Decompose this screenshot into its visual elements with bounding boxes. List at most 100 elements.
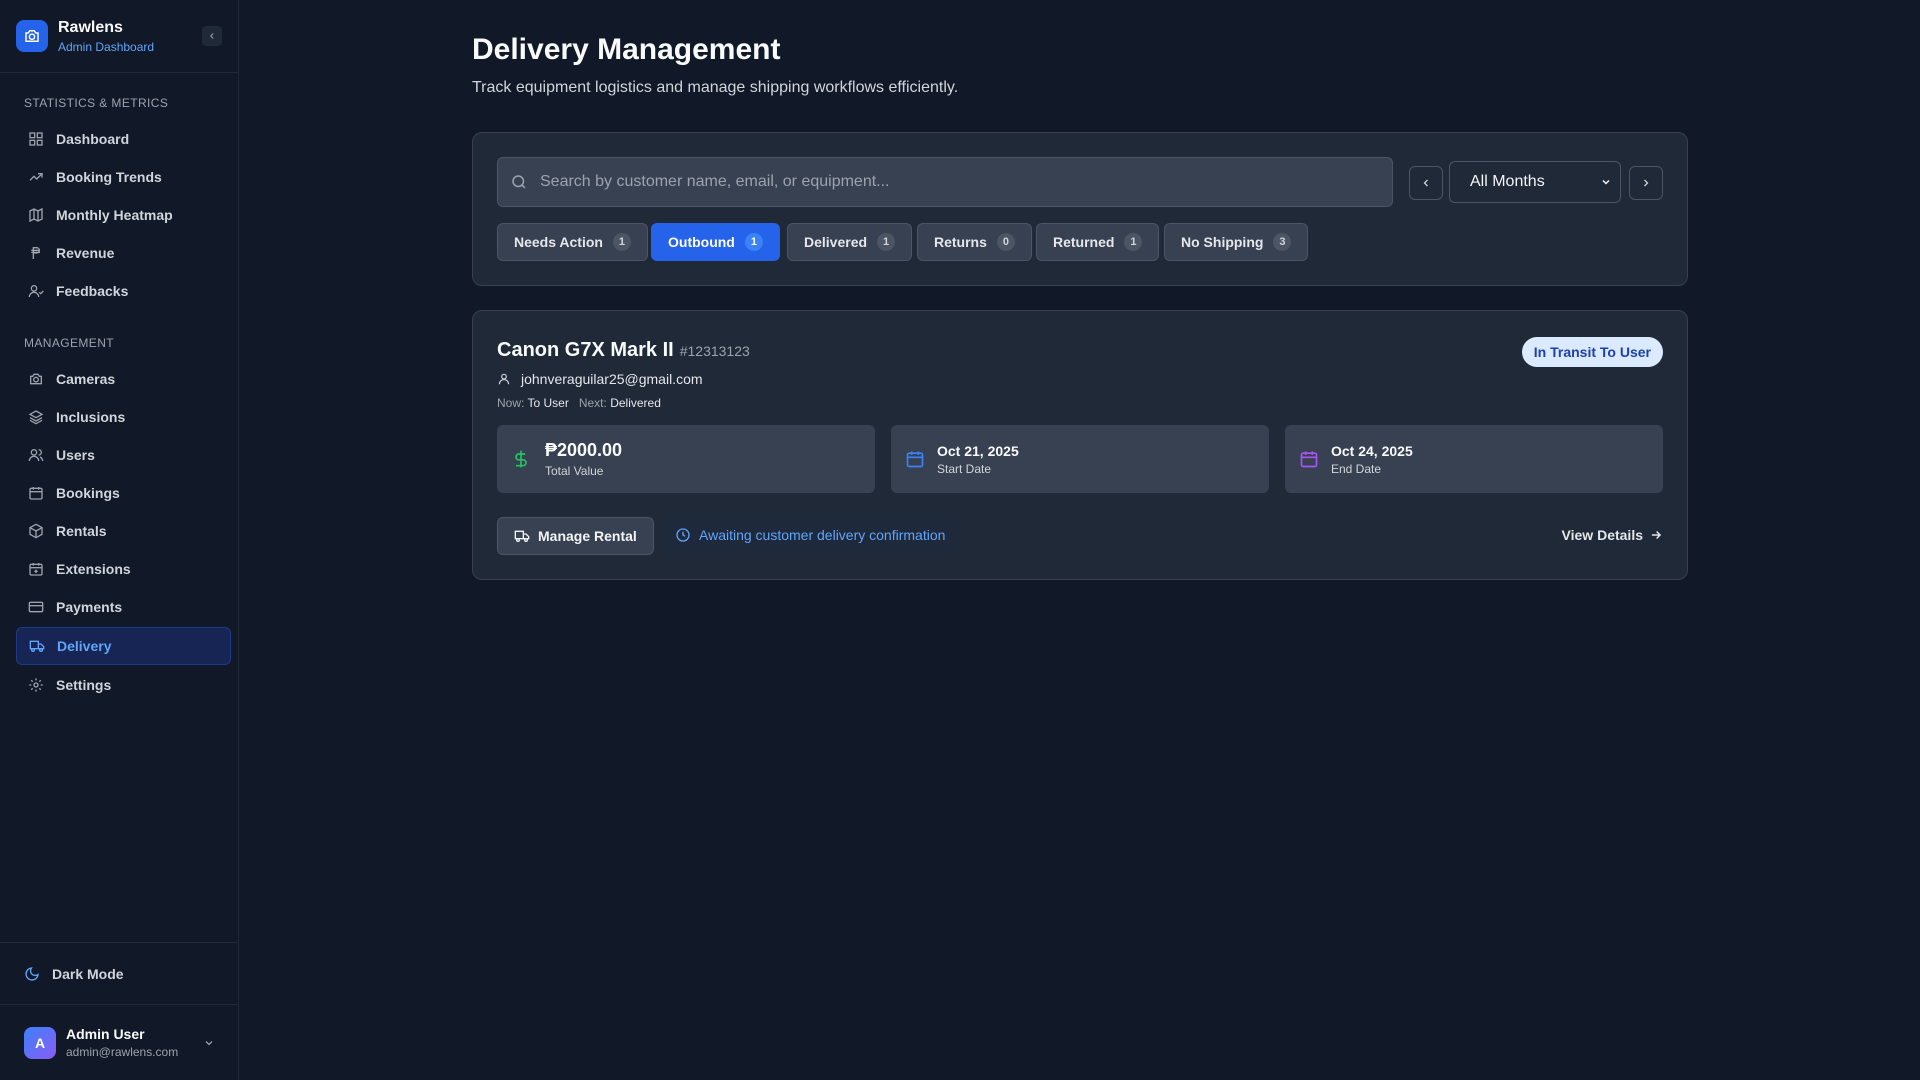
camera-icon bbox=[30, 373, 42, 385]
end-date-label: End Date bbox=[1331, 461, 1382, 476]
sidebar-item-dashboard[interactable]: Dashboard bbox=[16, 120, 231, 158]
user-menu[interactable]: A Admin User admin@rawlens.com bbox=[0, 1004, 239, 1080]
credit-card-icon bbox=[28, 601, 44, 613]
now-value: To User bbox=[527, 396, 569, 410]
arrow-right-icon bbox=[1651, 530, 1662, 540]
dashboard-icon bbox=[29, 132, 43, 146]
sidebar-item-label: Settings bbox=[56, 677, 112, 693]
tab-outbound[interactable]: Outbound 1 bbox=[651, 223, 780, 261]
section-title-management: Management bbox=[24, 336, 115, 350]
sidebar-item-label: Bookings bbox=[56, 485, 120, 501]
map-icon bbox=[29, 207, 43, 223]
chevron-down-icon bbox=[1602, 179, 1610, 185]
sidebar-item-booking-trends[interactable]: Booking Trends bbox=[16, 158, 231, 196]
sidebar-item-label: Dashboard bbox=[56, 131, 130, 147]
sidebar-item-settings[interactable]: Settings bbox=[16, 666, 231, 704]
sidebar-item-payments[interactable]: Payments bbox=[16, 588, 231, 626]
package-icon bbox=[29, 523, 43, 539]
chevron-down-icon bbox=[205, 1040, 213, 1045]
brand-subtitle: Admin Dashboard bbox=[58, 39, 155, 54]
tab-returned[interactable]: Returned 1 bbox=[1036, 223, 1160, 261]
total-value-label: Total Value bbox=[545, 464, 604, 478]
sidebar-item-extensions[interactable]: Extensions bbox=[16, 550, 231, 588]
truck-icon bbox=[514, 530, 530, 542]
clock-icon bbox=[676, 528, 690, 542]
user-email: admin@rawlens.com bbox=[66, 1045, 179, 1059]
sidebar-item-inclusions[interactable]: Inclusions bbox=[16, 398, 231, 436]
sidebar-item-revenue[interactable]: Revenue bbox=[16, 234, 231, 272]
view-details-label: View Details bbox=[1561, 527, 1643, 543]
tab-count-badge: 0 bbox=[996, 233, 1015, 251]
tab-label: Outbound bbox=[668, 234, 735, 250]
sidebar-item-feedbacks[interactable]: Feedbacks bbox=[16, 272, 231, 310]
sidebar-item-rentals[interactable]: Rentals bbox=[16, 512, 231, 550]
view-details-link[interactable]: View Details bbox=[1562, 527, 1663, 543]
avatar: A bbox=[24, 1026, 56, 1059]
awaiting-confirmation-text: Awaiting customer delivery confirmation bbox=[699, 527, 946, 543]
sidebar-item-delivery[interactable]: Delivery bbox=[16, 627, 231, 665]
next-value: Delivered bbox=[610, 396, 661, 410]
chevron-left-icon bbox=[210, 33, 214, 39]
start-date: Oct 21, 2025 bbox=[937, 442, 1019, 459]
sidebar-item-label: Extensions bbox=[56, 561, 131, 577]
truck-icon bbox=[29, 640, 45, 652]
section-title-statistics: Statistics & Metrics bbox=[24, 96, 169, 110]
sidebar-item-label: Revenue bbox=[56, 245, 115, 261]
chevron-left-icon bbox=[1423, 179, 1428, 187]
previous-month-button[interactable] bbox=[1409, 166, 1443, 200]
tab-delivered[interactable]: Delivered 1 bbox=[787, 223, 913, 261]
sidebar-item-label: Users bbox=[56, 447, 95, 463]
tab-no-shipping[interactable]: No Shipping 3 bbox=[1164, 223, 1309, 261]
sidebar-item-users[interactable]: Users bbox=[16, 436, 231, 474]
total-value-box: ₱2000.00 Total Value bbox=[497, 425, 875, 493]
user-name: Admin User bbox=[66, 1026, 145, 1042]
manage-rental-button[interactable]: Manage Rental bbox=[497, 517, 654, 555]
user-icon bbox=[498, 373, 510, 385]
next-month-button[interactable] bbox=[1629, 166, 1663, 200]
sidebar-item-label: Rentals bbox=[56, 523, 107, 539]
filter-card: All Months Needs Action 1 Outbound 1 Del… bbox=[472, 132, 1688, 286]
gear-icon bbox=[29, 678, 43, 692]
sidebar-item-label: Payments bbox=[56, 599, 123, 615]
sidebar: Rawlens Admin Dashboard Statistics & Met… bbox=[0, 0, 239, 1080]
status-badge: In Transit To User bbox=[1521, 337, 1663, 367]
rental-item-title: Canon G7X Mark II #12313123 bbox=[497, 339, 750, 362]
equipment-name: Canon G7X Mark II bbox=[497, 339, 674, 361]
sidebar-item-label: Feedbacks bbox=[56, 283, 129, 299]
chevron-right-icon bbox=[1644, 179, 1649, 187]
user-feedback-icon bbox=[28, 285, 44, 298]
total-value: ₱2000.00 bbox=[545, 440, 623, 460]
month-select-value: All Months bbox=[1470, 173, 1545, 190]
sidebar-item-monthly-heatmap[interactable]: Monthly Heatmap bbox=[16, 196, 231, 234]
search-input[interactable] bbox=[540, 173, 1380, 191]
tab-count-badge: 1 bbox=[744, 233, 763, 251]
end-date-box: Oct 24, 2025 End Date bbox=[1285, 425, 1663, 493]
month-select[interactable]: All Months bbox=[1449, 161, 1621, 203]
customer-email-line: johnveraguilar25@gmail.com bbox=[497, 371, 703, 387]
moon-icon bbox=[25, 966, 39, 981]
tab-label: No Shipping bbox=[1181, 234, 1264, 250]
sidebar-item-label: Booking Trends bbox=[56, 169, 162, 185]
page-title: Delivery Management bbox=[472, 33, 781, 66]
collapse-sidebar-button[interactable] bbox=[202, 26, 222, 46]
tab-label: Delivered bbox=[804, 234, 868, 250]
dark-mode-label: Dark Mode bbox=[52, 965, 124, 982]
calendar-icon bbox=[29, 487, 43, 500]
dark-mode-toggle[interactable]: Dark Mode bbox=[0, 942, 239, 1004]
now-label: Now: bbox=[497, 396, 525, 410]
sidebar-item-cameras[interactable]: Cameras bbox=[16, 360, 231, 398]
tab-count-badge: 1 bbox=[612, 233, 631, 251]
tab-returns[interactable]: Returns 0 bbox=[917, 223, 1032, 261]
search-icon bbox=[512, 175, 526, 189]
calendar-plus-icon bbox=[29, 563, 43, 576]
sidebar-item-bookings[interactable]: Bookings bbox=[16, 474, 231, 512]
manage-rental-label: Manage Rental bbox=[538, 528, 637, 544]
trending-up-icon bbox=[29, 173, 43, 181]
calendar-icon bbox=[1300, 451, 1318, 468]
tab-label: Returns bbox=[934, 234, 987, 250]
status-flow: Now: To User Next: Delivered bbox=[497, 396, 661, 410]
peso-icon bbox=[31, 247, 40, 259]
sidebar-item-label: Delivery bbox=[57, 638, 112, 654]
tab-needs-action[interactable]: Needs Action 1 bbox=[497, 223, 648, 261]
users-icon bbox=[28, 449, 44, 462]
